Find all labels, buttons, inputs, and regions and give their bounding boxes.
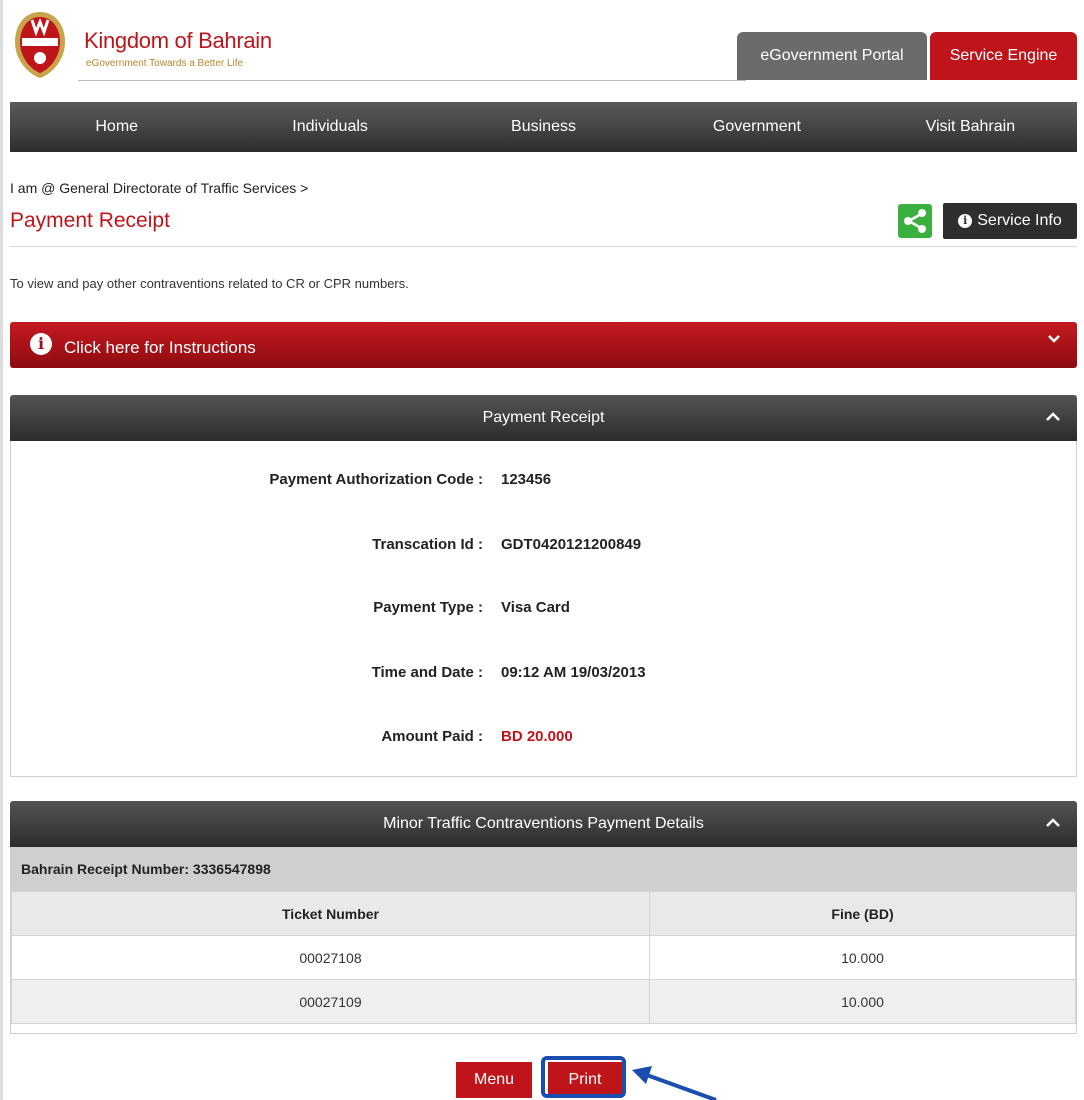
- payment-details-panel-title: Minor Traffic Contraventions Payment Det…: [383, 815, 704, 832]
- ticket-number-cell: 00027108: [11, 935, 650, 980]
- chevron-up-icon[interactable]: [1045, 409, 1061, 425]
- print-highlight-annotation: [541, 1056, 626, 1098]
- service-info-label: Service Info: [977, 212, 1062, 229]
- payment-details-panel-body: Bahrain Receipt Number: 3336547898 Ticke…: [10, 847, 1077, 1034]
- payment-receipt-panel-body: Payment Authorization Code : 123456 Tran…: [10, 441, 1077, 777]
- receipt-field-label: Transcation Id :: [372, 536, 483, 553]
- share-icon: [904, 209, 926, 233]
- receipt-row: Transcation Id : GDT0420121200849: [11, 536, 1076, 560]
- column-header-ticket-number: Ticket Number: [11, 891, 650, 936]
- info-icon: i: [958, 213, 973, 228]
- fine-cell: 10.000: [649, 979, 1076, 1024]
- instructions-label: Click here for Instructions: [64, 338, 256, 357]
- payment-receipt-panel-header: Payment Receipt: [10, 395, 1077, 441]
- menu-button[interactable]: Menu: [456, 1062, 532, 1098]
- page-title: Payment Receipt: [10, 209, 170, 232]
- fines-table: Ticket Number Fine (BD) 00027108 10.000 …: [11, 891, 1076, 1024]
- receipt-field-label: Payment Type :: [373, 599, 483, 616]
- nav-item-visit-bahrain[interactable]: Visit Bahrain: [864, 102, 1077, 152]
- receipt-field-value: GDT0420121200849: [501, 536, 642, 553]
- egovernment-portal-button[interactable]: eGovernment Portal: [737, 32, 927, 80]
- share-button[interactable]: [898, 204, 932, 238]
- brand-tagline: eGovernment Towards a Better Life: [86, 58, 244, 69]
- table-header-row: Ticket Number Fine (BD): [11, 891, 1076, 936]
- nav-item-business[interactable]: Business: [437, 102, 650, 152]
- receipt-number: Bahrain Receipt Number: 3336547898: [11, 847, 1076, 891]
- receipt-field-label: Payment Authorization Code :: [269, 471, 483, 488]
- amount-paid-value: BD 20.000: [501, 728, 573, 745]
- payment-receipt-panel-title: Payment Receipt: [482, 409, 605, 426]
- column-header-fine: Fine (BD): [649, 891, 1076, 936]
- receipt-row: Payment Type : Visa Card: [11, 599, 1076, 623]
- arrow-annotation-icon: [632, 1066, 717, 1100]
- table-row: 00027108 10.000: [11, 935, 1076, 980]
- receipt-field-label: Amount Paid :: [381, 728, 483, 745]
- service-info-button[interactable]: i Service Info: [943, 203, 1077, 239]
- receipt-row: Amount Paid : BD 20.000: [11, 728, 1076, 752]
- service-description: To view and pay other contraventions rel…: [10, 276, 409, 291]
- left-rail: [0, 0, 3, 1100]
- nav-item-individuals[interactable]: Individuals: [223, 102, 436, 152]
- receipt-field-value: 09:12 AM 19/03/2013: [501, 664, 646, 681]
- title-divider: [10, 246, 1077, 247]
- chevron-down-icon: [1048, 335, 1060, 343]
- nav-item-government[interactable]: Government: [650, 102, 863, 152]
- ticket-number-cell: 00027109: [11, 979, 650, 1024]
- receipt-row: Time and Date : 09:12 AM 19/03/2013: [11, 664, 1076, 688]
- service-engine-button[interactable]: Service Engine: [930, 32, 1077, 80]
- header-divider: [78, 80, 746, 81]
- receipt-field-value: 123456: [501, 471, 552, 488]
- breadcrumb[interactable]: I am @ General Directorate of Traffic Se…: [10, 180, 308, 196]
- payment-details-panel-header: Minor Traffic Contraventions Payment Det…: [10, 801, 1077, 847]
- main-nav: Home Individuals Business Government Vis…: [10, 102, 1077, 152]
- brand-title[interactable]: Kingdom of Bahrain: [84, 28, 272, 54]
- instructions-toggle[interactable]: i Click here for Instructions: [10, 322, 1077, 368]
- receipt-row: Payment Authorization Code : 123456: [11, 471, 1076, 495]
- info-circle-icon: i: [30, 333, 52, 355]
- chevron-up-icon[interactable]: [1045, 815, 1061, 831]
- receipt-field-value: Visa Card: [501, 599, 570, 616]
- fine-cell: 10.000: [649, 935, 1076, 980]
- bahrain-emblem-logo[interactable]: [10, 8, 70, 80]
- table-row: 00027109 10.000: [11, 979, 1076, 1024]
- nav-item-home[interactable]: Home: [10, 102, 223, 152]
- receipt-field-label: Time and Date :: [371, 664, 483, 681]
